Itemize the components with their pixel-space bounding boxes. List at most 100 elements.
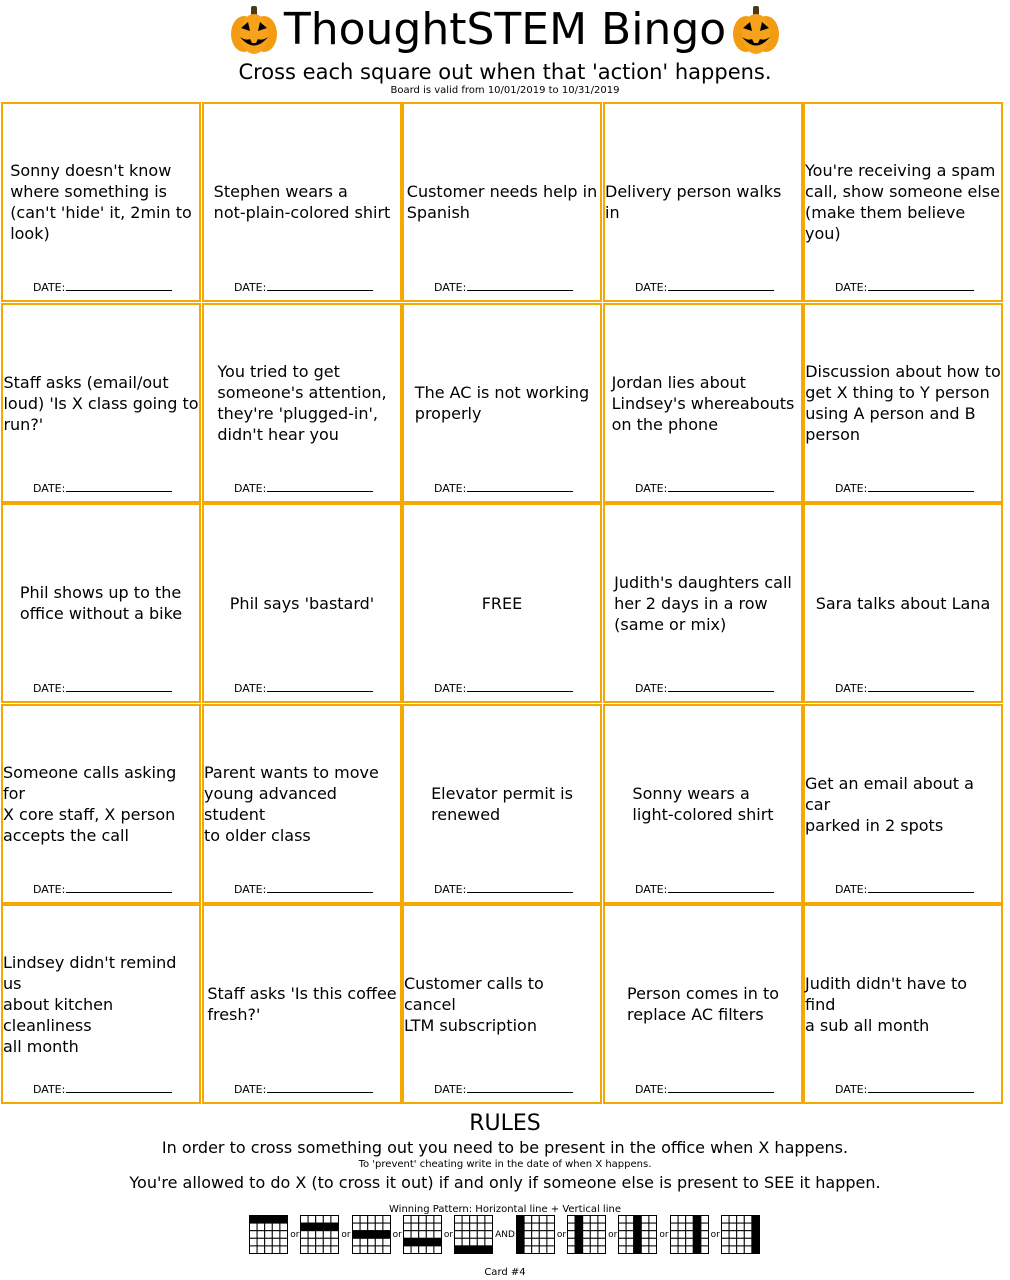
date-field[interactable]: DATE: <box>635 1082 775 1097</box>
date-field[interactable]: DATE: <box>835 1082 975 1097</box>
pattern-cell <box>597 1237 607 1247</box>
date-blank-line <box>66 681 173 692</box>
pattern-cell <box>300 1230 310 1239</box>
cell-text-wrap: Elevator permit is renewed <box>404 706 600 902</box>
bingo-cell[interactable]: Discussion about how to get X thing to Y… <box>803 303 1003 503</box>
date-field[interactable]: DATE: <box>33 481 173 496</box>
pattern-cell <box>374 1237 384 1247</box>
pattern-cell <box>484 1215 494 1224</box>
date-field[interactable]: DATE: <box>33 1082 173 1097</box>
pattern-cell <box>315 1215 325 1224</box>
bingo-cell[interactable]: Staff asks 'Is this coffee fresh?' DATE: <box>202 904 402 1104</box>
bingo-cell[interactable]: Staff asks (email/out loud) 'Is X class … <box>1 303 201 503</box>
cell-text-wrap: Phil says 'bastard' <box>204 505 400 701</box>
date-field[interactable]: DATE: <box>635 481 775 496</box>
pattern-cell-marked <box>574 1222 584 1232</box>
pattern-cell <box>249 1245 258 1254</box>
pattern-cell <box>597 1230 607 1239</box>
pattern-cell <box>476 1222 486 1232</box>
cell-text: Sonny wears a light-colored shirt <box>632 784 774 824</box>
cell-text-wrap: Someone calls asking for X core staff, X… <box>3 706 199 902</box>
pattern-cell <box>272 1230 281 1239</box>
date-field[interactable]: DATE: <box>635 280 775 295</box>
bingo-cell[interactable]: Customer calls to cancel LTM subscriptio… <box>402 904 602 1104</box>
pattern-cell <box>641 1230 650 1239</box>
pattern-cell <box>567 1215 576 1224</box>
bingo-cell[interactable]: Sonny doesn't know where something is (c… <box>1 102 201 302</box>
bingo-cell[interactable]: Person comes in to replace AC filters DAT… <box>603 904 803 1104</box>
date-field[interactable]: DATE: <box>234 280 374 295</box>
pattern-cell <box>618 1215 627 1224</box>
pattern-cell <box>279 1245 289 1254</box>
cell-text-wrap: You're receiving a spam call, show someo… <box>805 104 1001 300</box>
bingo-cell[interactable]: Elevator permit is renewed DATE: <box>402 704 602 904</box>
date-field[interactable]: DATE: <box>635 882 775 897</box>
pattern-cell <box>669 1245 679 1254</box>
date-field[interactable]: DATE: <box>234 1082 374 1097</box>
bingo-cell[interactable]: Phil shows up to the office without a bi… <box>1 503 201 703</box>
pattern-cell <box>308 1245 317 1254</box>
cell-text: Customer needs help in Spanish <box>406 182 598 222</box>
date-field[interactable]: DATE: <box>234 681 374 696</box>
date-field[interactable]: DATE: <box>635 681 775 696</box>
date-field[interactable]: DATE: <box>835 481 975 496</box>
date-label: DATE: <box>234 482 267 495</box>
pattern-grid <box>300 1215 340 1254</box>
date-field[interactable]: DATE: <box>434 882 574 897</box>
pattern-separator: or <box>659 1230 669 1240</box>
bingo-cell[interactable]: FREE DATE: <box>402 503 602 703</box>
bingo-cell[interactable]: Delivery person walks in DATE: <box>603 102 803 302</box>
bingo-cell[interactable]: Customer needs help in Spanish DATE: <box>402 102 602 302</box>
date-field[interactable]: DATE: <box>835 681 975 696</box>
date-field[interactable]: DATE: <box>434 481 574 496</box>
date-field[interactable]: DATE: <box>33 280 173 295</box>
cell-text-wrap: Sara talks about Lana <box>805 505 1001 701</box>
bingo-cell[interactable]: Sara talks about Lana DATE: <box>803 503 1003 703</box>
pattern-cell <box>589 1230 599 1239</box>
pattern-cell <box>418 1222 427 1232</box>
bingo-cell[interactable]: Lindsey didn't remind us about kitchen c… <box>1 904 201 1104</box>
pattern-grid <box>515 1215 555 1254</box>
bingo-cell[interactable]: The AC is not working properly DATE: <box>402 303 602 503</box>
date-blank-line <box>467 681 574 692</box>
date-field[interactable]: DATE: <box>234 882 374 897</box>
bingo-cell[interactable]: You're receiving a spam call, show someo… <box>803 102 1003 302</box>
cell-text-wrap: Judith's daughters call her 2 days in a … <box>605 505 801 701</box>
date-field[interactable]: DATE: <box>33 681 173 696</box>
pattern-grid <box>249 1215 289 1254</box>
bingo-cell[interactable]: Get an email about a car parked in 2 spo… <box>803 704 1003 904</box>
pattern-cell <box>669 1230 679 1239</box>
pattern-cell-marked <box>469 1245 478 1254</box>
pattern-cell <box>735 1230 745 1239</box>
rules-title: RULES <box>469 1111 541 1136</box>
date-field[interactable]: DATE: <box>234 481 374 496</box>
date-field[interactable]: DATE: <box>33 882 173 897</box>
pattern-cell <box>469 1215 478 1224</box>
bingo-cell[interactable]: You tried to get someone's attention, th… <box>202 303 402 503</box>
date-label: DATE: <box>635 883 668 896</box>
bingo-cell[interactable]: Jordan lies about Lindsey's whereabouts … <box>603 303 803 503</box>
bingo-cell[interactable]: Someone calls asking for X core staff, X… <box>1 704 201 904</box>
date-field[interactable]: DATE: <box>835 882 975 897</box>
date-field[interactable]: DATE: <box>434 280 574 295</box>
pattern-cell-marked <box>308 1222 317 1232</box>
bingo-cell[interactable]: Phil says 'bastard' DATE: <box>202 503 402 703</box>
date-field[interactable]: DATE: <box>434 1082 574 1097</box>
date-blank-line <box>868 882 975 893</box>
pattern-cell-marked <box>692 1222 701 1232</box>
pattern-cell <box>677 1215 686 1224</box>
pattern-cell <box>625 1245 635 1254</box>
pattern-cell <box>374 1245 384 1254</box>
date-field[interactable]: DATE: <box>434 681 574 696</box>
bingo-cell[interactable]: Sonny wears a light-colored shirt DATE: <box>603 704 803 904</box>
pattern-cell-marked <box>574 1215 584 1224</box>
pattern-cell <box>618 1222 627 1232</box>
date-blank-line <box>868 481 975 492</box>
bingo-cell[interactable]: Stephen wears a not-plain-colored shirt D… <box>202 102 402 302</box>
date-label: DATE: <box>33 1083 66 1096</box>
bingo-cell[interactable]: Judith's daughters call her 2 days in a … <box>603 503 803 703</box>
date-field[interactable]: DATE: <box>835 280 975 295</box>
date-label: DATE: <box>635 1083 668 1096</box>
bingo-cell[interactable]: Judith didn't have to find a sub all mon… <box>803 904 1003 1104</box>
bingo-cell[interactable]: Parent wants to move young advanced stud… <box>202 704 402 904</box>
